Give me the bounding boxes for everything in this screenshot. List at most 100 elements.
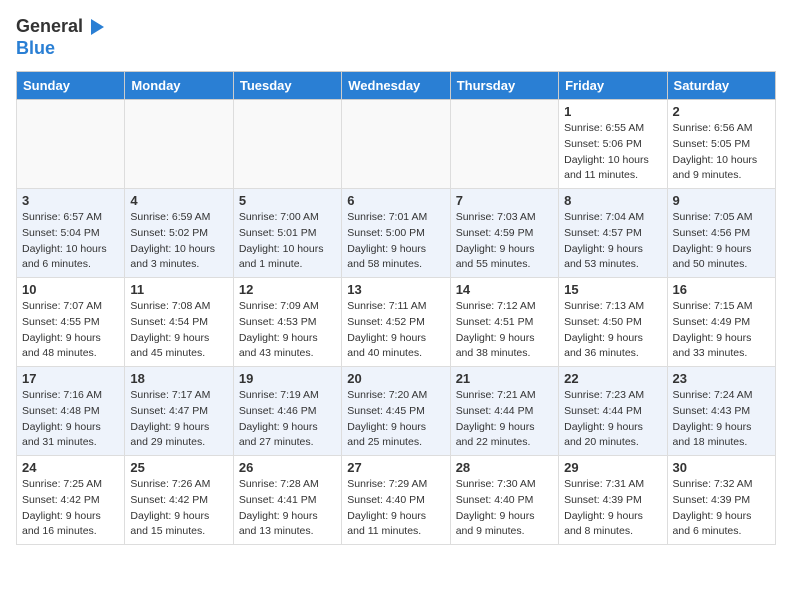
day-number: 6 xyxy=(347,193,444,208)
day-number: 2 xyxy=(673,104,770,119)
day-info: Sunrise: 7:21 AM Sunset: 4:44 PM Dayligh… xyxy=(456,388,553,451)
day-info: Sunrise: 7:12 AM Sunset: 4:51 PM Dayligh… xyxy=(456,299,553,362)
week-row-2: 3Sunrise: 6:57 AM Sunset: 5:04 PM Daylig… xyxy=(17,189,776,278)
day-info: Sunrise: 7:11 AM Sunset: 4:52 PM Dayligh… xyxy=(347,299,444,362)
day-number: 21 xyxy=(456,371,553,386)
logo-arrow-icon xyxy=(91,19,104,35)
calendar-cell: 21 Sunrise: 7:21 AM Sunset: 4:44 PM Dayli… xyxy=(450,367,558,456)
day-number: 16 xyxy=(673,282,770,297)
day-number: 26 xyxy=(239,460,336,475)
day-info: Sunrise: 6:56 AM Sunset: 5:05 PM Dayligh… xyxy=(673,121,770,184)
day-info: Sunrise: 7:30 AM Sunset: 4:40 PM Dayligh… xyxy=(456,477,553,540)
day-info: Sunrise: 7:24 AM Sunset: 4:43 PM Dayligh… xyxy=(673,388,770,451)
day-info: Sunrise: 7:20 AM Sunset: 4:45 PM Dayligh… xyxy=(347,388,444,451)
day-info: Sunrise: 7:26 AM Sunset: 4:42 PM Dayligh… xyxy=(130,477,227,540)
logo-blue: Blue xyxy=(16,38,104,60)
day-info: Sunrise: 6:57 AM Sunset: 5:04 PM Dayligh… xyxy=(22,210,119,273)
header-row: SundayMondayTuesdayWednesdayThursdayFrid… xyxy=(17,72,776,100)
day-number: 24 xyxy=(22,460,119,475)
day-number: 20 xyxy=(347,371,444,386)
day-number: 22 xyxy=(564,371,661,386)
calendar-cell: 3Sunrise: 6:57 AM Sunset: 5:04 PM Daylig… xyxy=(17,189,125,278)
page-header: General Blue xyxy=(16,16,776,59)
calendar-cell: 24Sunrise: 7:25 AM Sunset: 4:42 PM Dayli… xyxy=(17,456,125,545)
calendar-cell: 29Sunrise: 7:31 AM Sunset: 4:39 PM Dayli… xyxy=(559,456,667,545)
day-info: Sunrise: 7:19 AM Sunset: 4:46 PM Dayligh… xyxy=(239,388,336,451)
calendar-cell: 7 Sunrise: 7:03 AM Sunset: 4:59 PM Daylig… xyxy=(450,189,558,278)
calendar-cell: 2 Sunrise: 6:56 AM Sunset: 5:05 PM Daylig… xyxy=(667,100,775,189)
calendar-table: SundayMondayTuesdayWednesdayThursdayFrid… xyxy=(16,71,776,545)
calendar-cell: 25 Sunrise: 7:26 AM Sunset: 4:42 PM Dayli… xyxy=(125,456,233,545)
day-number: 18 xyxy=(130,371,227,386)
calendar-cell: 8 Sunrise: 7:04 AM Sunset: 4:57 PM Daylig… xyxy=(559,189,667,278)
day-info: Sunrise: 7:15 AM Sunset: 4:49 PM Dayligh… xyxy=(673,299,770,362)
calendar-cell: 9Sunrise: 7:05 AM Sunset: 4:56 PM Daylig… xyxy=(667,189,775,278)
day-number: 15 xyxy=(564,282,661,297)
day-number: 5 xyxy=(239,193,336,208)
day-number: 14 xyxy=(456,282,553,297)
day-number: 11 xyxy=(130,282,227,297)
day-header-sunday: Sunday xyxy=(17,72,125,100)
day-number: 8 xyxy=(564,193,661,208)
logo: General Blue xyxy=(16,16,104,59)
calendar-cell xyxy=(17,100,125,189)
calendar-cell: 18Sunrise: 7:17 AM Sunset: 4:47 PM Dayli… xyxy=(125,367,233,456)
logo-general: General xyxy=(16,16,83,36)
day-info: Sunrise: 7:09 AM Sunset: 4:53 PM Dayligh… xyxy=(239,299,336,362)
day-number: 7 xyxy=(456,193,553,208)
day-number: 9 xyxy=(673,193,770,208)
logo-text: General Blue xyxy=(16,16,104,59)
day-info: Sunrise: 7:31 AM Sunset: 4:39 PM Dayligh… xyxy=(564,477,661,540)
calendar-cell: 20 Sunrise: 7:20 AM Sunset: 4:45 PM Dayli… xyxy=(342,367,450,456)
week-row-4: 17 Sunrise: 7:16 AM Sunset: 4:48 PM Dayli… xyxy=(17,367,776,456)
calendar-cell xyxy=(450,100,558,189)
day-info: Sunrise: 7:07 AM Sunset: 4:55 PM Dayligh… xyxy=(22,299,119,362)
calendar-cell: 4 Sunrise: 6:59 AM Sunset: 5:02 PM Daylig… xyxy=(125,189,233,278)
day-info: Sunrise: 6:59 AM Sunset: 5:02 PM Dayligh… xyxy=(130,210,227,273)
day-number: 25 xyxy=(130,460,227,475)
day-info: Sunrise: 7:16 AM Sunset: 4:48 PM Dayligh… xyxy=(22,388,119,451)
day-header-thursday: Thursday xyxy=(450,72,558,100)
calendar-cell: 12 Sunrise: 7:09 AM Sunset: 4:53 PM Dayli… xyxy=(233,278,341,367)
calendar-body: 1 Sunrise: 6:55 AM Sunset: 5:06 PM Daylig… xyxy=(17,100,776,545)
day-number: 17 xyxy=(22,371,119,386)
week-row-5: 24Sunrise: 7:25 AM Sunset: 4:42 PM Dayli… xyxy=(17,456,776,545)
day-number: 28 xyxy=(456,460,553,475)
day-info: Sunrise: 7:29 AM Sunset: 4:40 PM Dayligh… xyxy=(347,477,444,540)
week-row-1: 1 Sunrise: 6:55 AM Sunset: 5:06 PM Daylig… xyxy=(17,100,776,189)
calendar-cell: 5 Sunrise: 7:00 AM Sunset: 5:01 PM Daylig… xyxy=(233,189,341,278)
day-header-monday: Monday xyxy=(125,72,233,100)
calendar-header: SundayMondayTuesdayWednesdayThursdayFrid… xyxy=(17,72,776,100)
day-number: 10 xyxy=(22,282,119,297)
day-header-saturday: Saturday xyxy=(667,72,775,100)
day-info: Sunrise: 7:13 AM Sunset: 4:50 PM Dayligh… xyxy=(564,299,661,362)
calendar-cell: 14 Sunrise: 7:12 AM Sunset: 4:51 PM Dayli… xyxy=(450,278,558,367)
day-info: Sunrise: 7:03 AM Sunset: 4:59 PM Dayligh… xyxy=(456,210,553,273)
calendar-cell: 10 Sunrise: 7:07 AM Sunset: 4:55 PM Dayli… xyxy=(17,278,125,367)
calendar-cell: 11 Sunrise: 7:08 AM Sunset: 4:54 PM Dayli… xyxy=(125,278,233,367)
calendar-cell: 23 Sunrise: 7:24 AM Sunset: 4:43 PM Dayli… xyxy=(667,367,775,456)
day-number: 27 xyxy=(347,460,444,475)
day-info: Sunrise: 7:04 AM Sunset: 4:57 PM Dayligh… xyxy=(564,210,661,273)
day-number: 4 xyxy=(130,193,227,208)
calendar-cell: 17 Sunrise: 7:16 AM Sunset: 4:48 PM Dayli… xyxy=(17,367,125,456)
day-number: 23 xyxy=(673,371,770,386)
day-number: 30 xyxy=(673,460,770,475)
calendar-cell: 13 Sunrise: 7:11 AM Sunset: 4:52 PM Dayli… xyxy=(342,278,450,367)
day-number: 12 xyxy=(239,282,336,297)
calendar-cell xyxy=(233,100,341,189)
day-info: Sunrise: 7:00 AM Sunset: 5:01 PM Dayligh… xyxy=(239,210,336,273)
day-info: Sunrise: 7:08 AM Sunset: 4:54 PM Dayligh… xyxy=(130,299,227,362)
calendar-cell: 1 Sunrise: 6:55 AM Sunset: 5:06 PM Daylig… xyxy=(559,100,667,189)
calendar-cell: 26Sunrise: 7:28 AM Sunset: 4:41 PM Dayli… xyxy=(233,456,341,545)
day-info: Sunrise: 7:32 AM Sunset: 4:39 PM Dayligh… xyxy=(673,477,770,540)
calendar-cell: 28 Sunrise: 7:30 AM Sunset: 4:40 PM Dayli… xyxy=(450,456,558,545)
calendar-cell: 15 Sunrise: 7:13 AM Sunset: 4:50 PM Dayli… xyxy=(559,278,667,367)
day-header-tuesday: Tuesday xyxy=(233,72,341,100)
day-info: Sunrise: 6:55 AM Sunset: 5:06 PM Dayligh… xyxy=(564,121,661,184)
day-header-friday: Friday xyxy=(559,72,667,100)
calendar-cell: 6Sunrise: 7:01 AM Sunset: 5:00 PM Daylig… xyxy=(342,189,450,278)
day-number: 1 xyxy=(564,104,661,119)
day-number: 13 xyxy=(347,282,444,297)
calendar-cell xyxy=(342,100,450,189)
